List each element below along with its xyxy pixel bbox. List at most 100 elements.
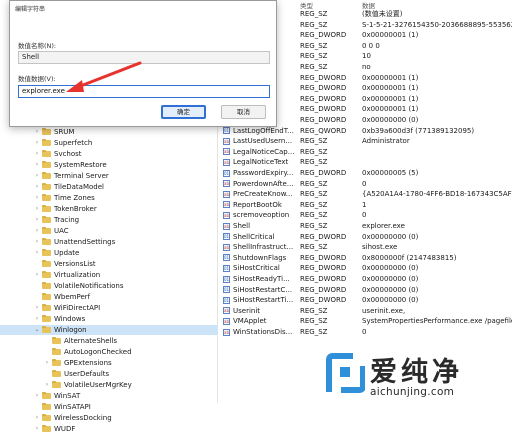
tree-item[interactable]: UserDefaults bbox=[44, 369, 109, 379]
value-data: 0x00000001 (1) bbox=[362, 73, 419, 82]
registry-value-row[interactable]: ab Shell REG_SZ explorer.exe bbox=[219, 221, 512, 231]
tree-item[interactable]: WinSATAPI bbox=[34, 402, 91, 412]
chevron-right-icon[interactable]: › bbox=[34, 226, 40, 236]
tree-item[interactable]: › UnattendSettings bbox=[34, 237, 115, 247]
chevron-right-icon[interactable]: › bbox=[34, 303, 40, 313]
tree-item[interactable]: WbemPerf bbox=[34, 292, 90, 302]
chevron-right-icon[interactable]: › bbox=[34, 149, 40, 159]
value-name: PasswordExpiry... bbox=[233, 169, 294, 177]
registry-value-row[interactable]: ab LegalNoticeCap... REG_SZ bbox=[219, 147, 512, 157]
watermark-text: 爱纯净 bbox=[370, 357, 463, 388]
chevron-right-icon[interactable]: › bbox=[34, 182, 40, 192]
tree-item[interactable]: ⌄ Winlogon bbox=[0, 325, 218, 335]
tree-item[interactable]: › VolatileUserMgrKey bbox=[44, 380, 132, 390]
value-type: REG_DWORD bbox=[300, 94, 347, 103]
chevron-right-icon[interactable]: › bbox=[34, 127, 40, 137]
registry-value-row[interactable]: ab VMApplet REG_SZ SystemPropertiesPerforma… bbox=[219, 316, 512, 326]
tree-item[interactable]: › Tracing bbox=[34, 215, 79, 225]
chevron-right-icon[interactable]: › bbox=[34, 391, 40, 401]
tree-item[interactable]: › TokenBroker bbox=[34, 204, 97, 214]
value-name: ShutdownFlags bbox=[233, 253, 287, 262]
registry-value-row[interactable]: ab LastUsedUsern... REG_SZ Administrator bbox=[219, 136, 512, 146]
tree-item[interactable]: › WirelessDocking bbox=[34, 413, 112, 423]
tree-item[interactable]: › TileDataModel bbox=[34, 182, 104, 192]
registry-value-row[interactable]: 01 SiHostRestartC... REG_DWORD 0x00000000 (… bbox=[219, 285, 512, 295]
value-type: REG_DWORD bbox=[300, 275, 347, 283]
chevron-right-icon[interactable]: › bbox=[44, 380, 50, 390]
tree-item[interactable]: › Windows bbox=[34, 314, 85, 324]
chevron-right-icon[interactable]: › bbox=[34, 424, 40, 434]
registry-value-row[interactable]: 01 SiHostCritical REG_DWORD 0x00000000 (0) bbox=[219, 263, 512, 273]
string-value-icon: ab bbox=[223, 190, 230, 198]
tree-item[interactable]: › WiFiDirectAPI bbox=[34, 303, 100, 313]
tree-item[interactable]: › Time Zones bbox=[34, 193, 95, 203]
folder-icon bbox=[52, 359, 61, 366]
registry-value-row[interactable]: 01 ShutdownFlags REG_DWORD 0x8000000f (2147… bbox=[219, 253, 512, 263]
value-type: REG_QWORD bbox=[300, 126, 347, 135]
registry-value-row[interactable]: ab LegalNoticeText REG_SZ bbox=[219, 157, 512, 167]
chevron-right-icon[interactable]: › bbox=[34, 314, 40, 324]
registry-value-row[interactable]: 01 SiHostReadyTi... REG_DWORD 0x00000000 (0… bbox=[219, 274, 512, 284]
tree-item[interactable]: › Svchost bbox=[34, 149, 82, 159]
registry-value-row[interactable]: ab ShellInfrastruct... REG_SZ sihost.exe bbox=[219, 242, 512, 252]
chevron-right-icon[interactable]: › bbox=[34, 270, 40, 280]
string-value-icon: ab bbox=[223, 307, 230, 315]
tree-item[interactable]: › UAC bbox=[34, 226, 69, 236]
tree-item[interactable]: › Terminal Server bbox=[34, 171, 109, 181]
chevron-right-icon[interactable]: › bbox=[34, 204, 40, 214]
tree-item-label: TokenBroker bbox=[54, 205, 97, 213]
chevron-right-icon[interactable]: › bbox=[34, 237, 40, 247]
tree-item[interactable]: › SRUM bbox=[34, 127, 74, 137]
tree-item[interactable]: AlternateShells bbox=[44, 336, 117, 346]
registry-value-row[interactable]: 01 LastLogOffEndT... REG_QWORD 0xb39a600d3f… bbox=[219, 126, 512, 136]
registry-value-row[interactable]: 01 SiHostRestartTi... REG_DWORD 0x00000000 … bbox=[219, 295, 512, 305]
binary-value-icon: 01 bbox=[223, 286, 230, 294]
tree-item[interactable]: › SystemRestore bbox=[34, 160, 107, 170]
value-data: (数值未设置) bbox=[362, 10, 403, 18]
value-data-input[interactable]: explorer.exe bbox=[18, 85, 270, 98]
chevron-right-icon[interactable]: › bbox=[34, 193, 40, 203]
folder-icon bbox=[52, 348, 61, 355]
tree-item[interactable]: › Update bbox=[34, 248, 79, 258]
ok-button[interactable]: 确定 bbox=[161, 105, 206, 119]
registry-value-row[interactable]: 01 ShellCritical REG_DWORD 0x00000000 (0) bbox=[219, 232, 512, 242]
registry-value-row[interactable]: ab PowerdownAfte... REG_SZ 0 bbox=[219, 179, 512, 189]
tree-item[interactable]: › Superfetch bbox=[34, 138, 92, 148]
value-data: 0 bbox=[362, 211, 367, 220]
registry-value-row[interactable]: 01 PasswordExpiry... REG_DWORD 0x00000005 (… bbox=[219, 168, 512, 178]
column-header-type[interactable]: 类型 bbox=[300, 0, 313, 10]
folder-icon bbox=[42, 205, 51, 212]
registry-value-row[interactable]: ab scremoveoption REG_SZ 0 bbox=[219, 210, 512, 220]
chevron-right-icon[interactable]: › bbox=[34, 171, 40, 181]
tree-item[interactable]: › WinSAT bbox=[34, 391, 80, 401]
chevron-right-icon[interactable]: › bbox=[34, 215, 40, 225]
chevron-down-icon[interactable]: ⌄ bbox=[34, 325, 40, 335]
registry-value-row[interactable]: ab ReportBootOk REG_SZ 1 bbox=[219, 200, 512, 210]
tree-item-label: Windows bbox=[54, 315, 86, 323]
chevron-right-icon[interactable]: › bbox=[34, 138, 40, 148]
tree-item[interactable]: AutoLogonChecked bbox=[44, 347, 132, 357]
registry-value-row[interactable]: ab PreCreateKnow... REG_SZ {A520A1A4-1780-4… bbox=[219, 189, 512, 199]
cancel-button[interactable]: 取消 bbox=[221, 105, 266, 119]
value-type: REG_DWORD bbox=[300, 264, 347, 273]
folder-icon bbox=[42, 249, 51, 256]
value-type: REG_SZ bbox=[300, 41, 328, 50]
value-name-label: 数值名称(N): bbox=[18, 42, 57, 50]
chevron-right-icon[interactable]: › bbox=[44, 358, 50, 368]
tree-item[interactable]: › WUDF bbox=[34, 424, 75, 434]
registry-value-row[interactable]: ab Userinit REG_SZ userinit.exe, bbox=[219, 306, 512, 316]
folder-icon bbox=[52, 381, 61, 388]
column-header-data[interactable]: 数据 bbox=[362, 0, 375, 10]
tree-item[interactable]: VersionsList bbox=[34, 259, 96, 269]
value-name-field[interactable]: Shell bbox=[18, 51, 270, 64]
chevron-right-icon[interactable]: › bbox=[34, 248, 40, 258]
folder-icon bbox=[42, 271, 51, 278]
chevron-right-icon[interactable]: › bbox=[34, 160, 40, 170]
tree-item[interactable]: VolatileNotifications bbox=[34, 281, 124, 291]
tree-item[interactable]: › GPExtensions bbox=[44, 358, 112, 368]
value-type: REG_SZ bbox=[300, 137, 328, 146]
tree-item[interactable]: › Virtualization bbox=[34, 270, 100, 280]
chevron-right-icon[interactable]: › bbox=[34, 413, 40, 423]
value-name: PowerdownAfte... bbox=[233, 179, 294, 188]
registry-value-row[interactable]: ab WinStationsDis... REG_SZ 0 bbox=[219, 327, 512, 337]
